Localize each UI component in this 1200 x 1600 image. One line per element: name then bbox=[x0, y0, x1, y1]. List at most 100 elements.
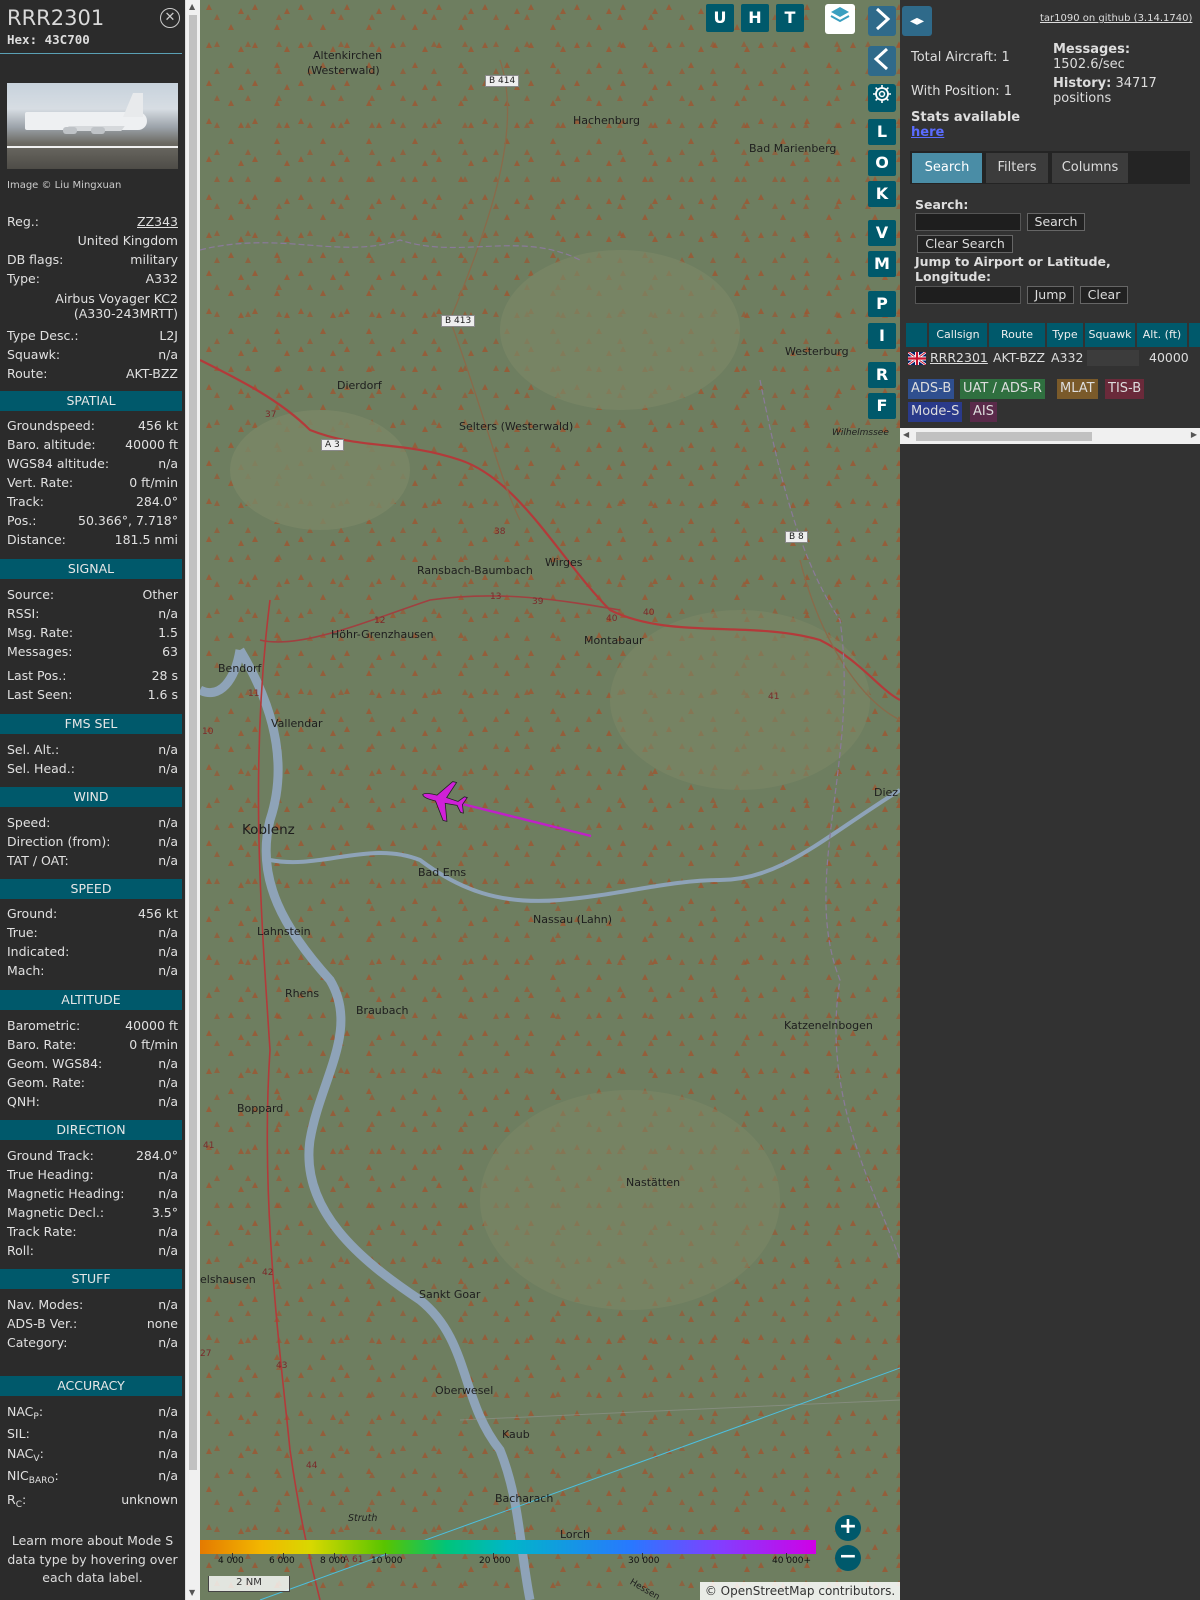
map-label: Koblenz bbox=[242, 822, 295, 838]
info-label[interactable]: Msg. Rate: bbox=[7, 625, 73, 640]
expand-panel-icon[interactable] bbox=[868, 46, 896, 76]
map-terrain bbox=[200, 0, 900, 1600]
legend-adsb: ADS-B bbox=[908, 379, 955, 399]
map-toggle-h-button[interactable]: H bbox=[741, 4, 769, 32]
info-label[interactable]: Track Rate: bbox=[7, 1224, 77, 1239]
tab-columns[interactable]: Columns bbox=[1052, 153, 1128, 183]
info-label[interactable]: Ground Track: bbox=[7, 1148, 94, 1163]
info-label[interactable]: Ground: bbox=[7, 906, 57, 921]
info-label[interactable]: TAT / OAT: bbox=[7, 853, 69, 868]
scroll-up-icon[interactable]: ▲ bbox=[189, 2, 195, 11]
road-number: 41 bbox=[203, 1141, 215, 1151]
tab-filters[interactable]: Filters bbox=[986, 153, 1048, 183]
info-label[interactable]: Roll: bbox=[7, 1243, 34, 1258]
zoom-in-button[interactable]: + bbox=[835, 1515, 861, 1541]
info-label[interactable]: WGS84 altitude: bbox=[7, 456, 109, 471]
jump-input[interactable] bbox=[915, 286, 1021, 304]
map-toggle-p-button[interactable]: P bbox=[868, 291, 896, 317]
search-input[interactable] bbox=[915, 213, 1021, 231]
scrollbar-thumb[interactable] bbox=[189, 15, 197, 1470]
info-label[interactable]: Last Pos.: bbox=[7, 668, 66, 683]
map-toggle-i-button[interactable]: I bbox=[868, 323, 896, 349]
info-label[interactable]: Nav. Modes: bbox=[7, 1297, 83, 1312]
info-label[interactable]: Sel. Alt.: bbox=[7, 742, 59, 757]
table-header-callsign[interactable]: Callsign bbox=[929, 323, 987, 347]
info-label[interactable]: Vert. Rate: bbox=[7, 475, 73, 490]
info-label[interactable]: Pos.: bbox=[7, 513, 36, 528]
stats-here-link[interactable]: here bbox=[911, 125, 944, 140]
info-label[interactable]: Last Seen: bbox=[7, 687, 72, 702]
info-row: Ground Track: 284.0° bbox=[7, 1148, 178, 1166]
map-toggle-k-button[interactable]: K bbox=[868, 181, 896, 207]
info-label[interactable]: True Heading: bbox=[7, 1167, 94, 1182]
map-toggle-o-button[interactable]: O bbox=[868, 150, 896, 176]
clear-search-button[interactable]: Clear Search bbox=[917, 235, 1013, 253]
info-label[interactable]: Groundspeed: bbox=[7, 418, 95, 433]
close-icon[interactable]: ✕ bbox=[160, 8, 180, 28]
info-label[interactable]: Baro. altitude: bbox=[7, 437, 96, 452]
info-label[interactable]: Barometric: bbox=[7, 1018, 80, 1033]
resize-arrows-icon[interactable]: ◂▸ bbox=[902, 6, 932, 36]
table-header-more[interactable] bbox=[1189, 323, 1200, 347]
info-label[interactable]: Geom. WGS84: bbox=[7, 1056, 102, 1071]
registration-link[interactable]: ZZ343 bbox=[137, 214, 178, 229]
scroll-left-icon[interactable]: ◀ bbox=[903, 430, 909, 439]
map-label: Wirges bbox=[545, 556, 583, 569]
info-label[interactable]: ADS-B Ver.: bbox=[7, 1316, 77, 1331]
jump-button[interactable]: Jump bbox=[1027, 286, 1074, 304]
info-label[interactable]: Distance: bbox=[7, 532, 66, 547]
scroll-down-icon[interactable]: ▼ bbox=[189, 1588, 195, 1597]
collapse-panel-icon[interactable] bbox=[868, 6, 896, 36]
scrollbar-thumb[interactable] bbox=[916, 432, 1092, 441]
info-label[interactable]: Track: bbox=[7, 494, 44, 509]
table-header-type[interactable]: Type bbox=[1047, 323, 1083, 347]
info-label[interactable]: Messages: bbox=[7, 644, 73, 659]
info-label[interactable]: QNH: bbox=[7, 1094, 40, 1109]
clear-jump-button[interactable]: Clear bbox=[1080, 286, 1128, 304]
tab-search[interactable]: Search bbox=[912, 153, 982, 183]
info-label[interactable]: Magnetic Decl.: bbox=[7, 1205, 104, 1220]
info-label[interactable]: Speed: bbox=[7, 815, 50, 830]
info-label[interactable]: Category: bbox=[7, 1335, 67, 1350]
osm-link[interactable]: OpenStreetMap bbox=[721, 1584, 815, 1598]
map-toggle-r-button[interactable]: R bbox=[868, 362, 896, 388]
map-toggle-v-button[interactable]: V bbox=[868, 220, 896, 246]
info-label[interactable]: Sel. Head.: bbox=[7, 761, 75, 776]
map-toggle-t-button[interactable]: T bbox=[776, 4, 804, 32]
map-label: Bad Ems bbox=[418, 866, 467, 879]
info-label[interactable]: Baro. Rate: bbox=[7, 1037, 76, 1052]
info-label[interactable]: True: bbox=[7, 925, 38, 940]
zoom-out-button[interactable]: − bbox=[835, 1545, 861, 1571]
aircraft-photo[interactable] bbox=[7, 83, 178, 169]
row-callsign[interactable]: RRR2301 bbox=[930, 348, 988, 368]
map-toggle-u-button[interactable]: U bbox=[706, 4, 734, 32]
info-row-squawk: Squawk: n/a bbox=[7, 347, 178, 362]
info-value: n/a bbox=[158, 742, 178, 757]
info-row: Last Pos.: 28 s bbox=[7, 668, 178, 686]
info-panel-scrollbar[interactable]: ▲ ▼ bbox=[185, 0, 200, 1600]
search-button[interactable]: Search bbox=[1027, 213, 1085, 231]
table-horizontal-scrollbar[interactable]: ◀ ▶ bbox=[900, 428, 1200, 444]
info-label[interactable]: Geom. Rate: bbox=[7, 1075, 85, 1090]
map-toggle-f-button[interactable]: F bbox=[868, 393, 896, 419]
info-label[interactable]: Magnetic Heading: bbox=[7, 1186, 124, 1201]
layers-icon[interactable] bbox=[825, 4, 855, 34]
info-label[interactable]: Mach: bbox=[7, 963, 44, 978]
github-link[interactable]: tar1090 on github (3.14.1740) bbox=[1040, 13, 1192, 24]
info-label[interactable]: Source: bbox=[7, 587, 54, 602]
scroll-right-icon[interactable]: ▶ bbox=[1191, 430, 1197, 439]
road-number: 41 bbox=[768, 692, 780, 702]
table-header-altitude[interactable]: Alt. (ft) bbox=[1137, 323, 1187, 347]
table-header-squawk[interactable]: Squawk bbox=[1085, 323, 1135, 347]
map-toggle-m-button[interactable]: M bbox=[868, 251, 896, 277]
settings-gear-icon[interactable] bbox=[868, 84, 896, 112]
map-toggle-l-button[interactable]: L bbox=[868, 119, 896, 145]
info-label[interactable]: Direction (from): bbox=[7, 834, 111, 849]
info-label[interactable]: RSSI: bbox=[7, 606, 39, 621]
photo-plane-engine bbox=[91, 127, 105, 134]
info-row: Distance: 181.5 nmi bbox=[7, 532, 178, 550]
table-header-route[interactable]: Route bbox=[989, 323, 1045, 347]
info-label[interactable]: Indicated: bbox=[7, 944, 69, 959]
map-view[interactable]: Altenkirchen (Westerwald) Hachenburg Bad… bbox=[200, 0, 900, 1600]
table-header-flag[interactable] bbox=[906, 323, 927, 347]
